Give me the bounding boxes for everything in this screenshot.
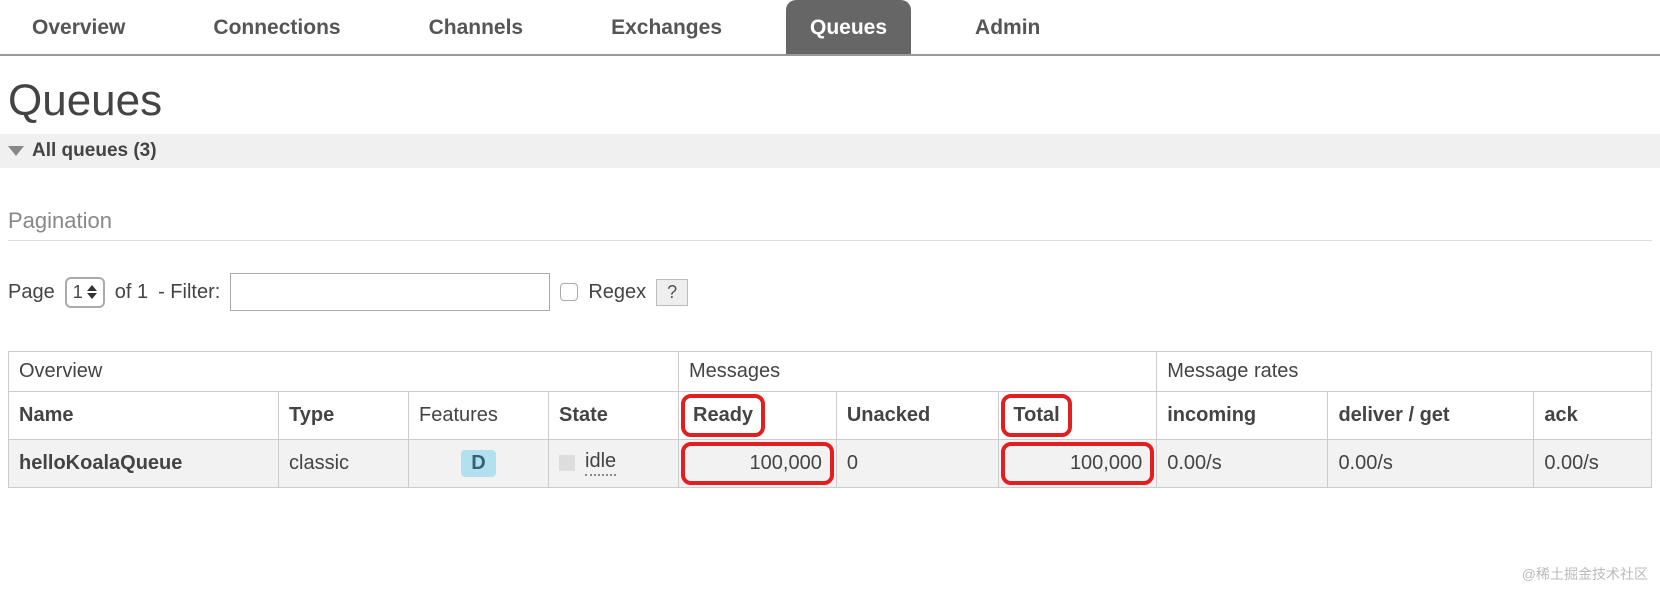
regex-label: Regex [588, 281, 646, 304]
cell-name[interactable]: helloKoalaQueue [9, 440, 279, 488]
tab-overview[interactable]: Overview [8, 0, 149, 54]
cell-state: idle [549, 440, 679, 488]
highlight-total-value: 100,000 [1001, 442, 1154, 485]
cell-unacked: 0 [836, 440, 999, 488]
col-unacked[interactable]: Unacked [836, 392, 999, 440]
highlight-total-header: Total [1001, 394, 1071, 437]
section-all-queues[interactable]: All queues (3) [0, 134, 1660, 168]
cell-deliver-get: 0.00/s [1328, 440, 1534, 488]
filter-label: - Filter: [158, 281, 220, 304]
regex-help-button[interactable]: ? [656, 279, 688, 306]
feature-badge-durable: D [461, 450, 495, 477]
page-select[interactable]: 1 [65, 277, 105, 308]
col-total[interactable]: Total [999, 392, 1157, 440]
state-text: idle [585, 450, 616, 476]
col-state[interactable]: State [549, 392, 679, 440]
divider [8, 240, 1652, 241]
cell-features: D [409, 440, 549, 488]
highlight-ready-header: Ready [681, 394, 765, 437]
tab-connections[interactable]: Connections [189, 0, 364, 54]
section-all-queues-label: All queues (3) [32, 140, 157, 162]
page-value: 1 [73, 282, 83, 303]
cell-ack: 0.00/s [1534, 440, 1652, 488]
col-group-overview: Overview [9, 352, 679, 392]
tab-channels[interactable]: Channels [405, 0, 548, 54]
col-incoming[interactable]: incoming [1157, 392, 1328, 440]
col-ready[interactable]: Ready [679, 392, 837, 440]
pagination-heading: Pagination [8, 208, 1660, 234]
col-group-rates: Message rates [1157, 352, 1652, 392]
queues-table: Overview Messages Message rates Name Typ… [8, 351, 1652, 488]
cell-total: 100,000 [999, 440, 1157, 488]
state-indicator-icon [559, 455, 575, 471]
col-name[interactable]: Name [9, 392, 279, 440]
main-tabs: Overview Connections Channels Exchanges … [0, 0, 1660, 56]
tab-admin[interactable]: Admin [951, 0, 1064, 54]
page-title: Queues [8, 76, 1660, 126]
col-type[interactable]: Type [279, 392, 409, 440]
col-ack[interactable]: ack [1534, 392, 1652, 440]
col-group-messages: Messages [679, 352, 1157, 392]
table-row[interactable]: helloKoalaQueue classic D idle 100,000 0… [9, 440, 1652, 488]
col-features[interactable]: Features [409, 392, 549, 440]
chevron-down-icon [8, 146, 24, 156]
regex-checkbox[interactable] [560, 283, 578, 301]
highlight-ready-value: 100,000 [681, 442, 834, 485]
cell-incoming: 0.00/s [1157, 440, 1328, 488]
watermark: @稀土掘金技术社区 [1522, 564, 1648, 584]
cell-ready: 100,000 [679, 440, 837, 488]
page-label: Page [8, 281, 55, 304]
stepper-icon [87, 285, 97, 299]
filter-input[interactable] [230, 273, 550, 311]
tab-exchanges[interactable]: Exchanges [587, 0, 746, 54]
tab-queues[interactable]: Queues [786, 0, 911, 54]
col-deliver-get[interactable]: deliver / get [1328, 392, 1534, 440]
filter-row: Page 1 of 1 - Filter: Regex ? [0, 261, 1660, 351]
cell-type: classic [279, 440, 409, 488]
page-of-label: of 1 [115, 281, 148, 304]
